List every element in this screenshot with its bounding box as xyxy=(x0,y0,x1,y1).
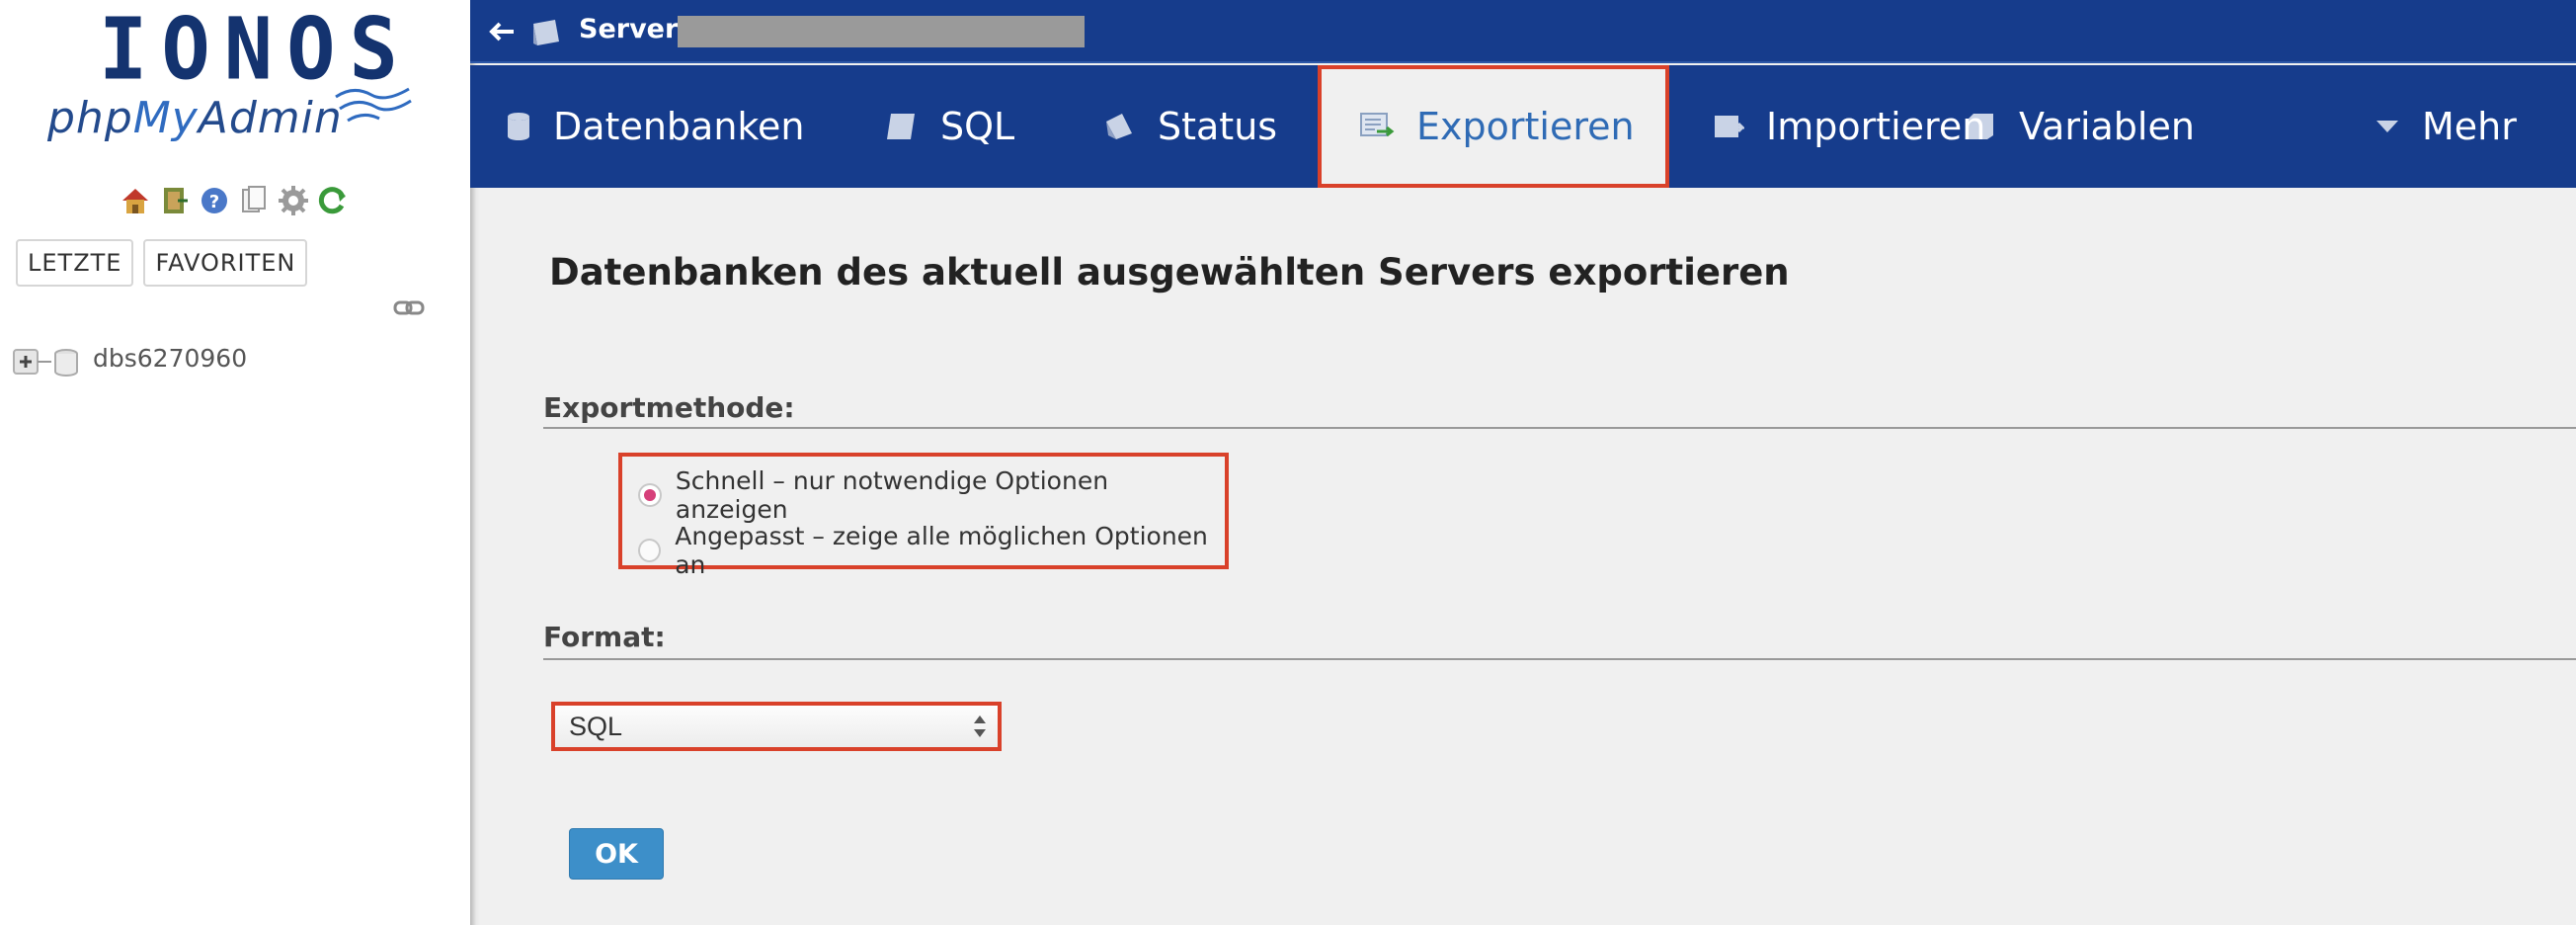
docs-icon[interactable] xyxy=(237,184,271,217)
phpmyadmin-logo-text: phpMyAdmin xyxy=(47,93,343,143)
navigation-sidebar: IONOS phpMyAdmin ? LETZTE FAVORITEN dbs6… xyxy=(0,0,470,925)
sidebar-tabs: LETZTE FAVORITEN xyxy=(16,239,308,287)
sidebar-nav-icons: ? xyxy=(119,184,350,217)
help-icon[interactable]: ? xyxy=(198,184,231,217)
reload-icon[interactable] xyxy=(316,184,350,217)
database-tree-item[interactable]: dbs6270960 xyxy=(12,342,247,381)
method-custom-option[interactable]: Angepasst – zeige alle möglichen Optione… xyxy=(638,522,1225,579)
database-name[interactable]: dbs6270960 xyxy=(93,344,247,373)
home-icon[interactable] xyxy=(119,184,152,217)
back-arrow-icon[interactable] xyxy=(486,16,518,47)
tab-exportieren-active[interactable]: Exportieren xyxy=(1318,65,1669,188)
tab-datenbanken[interactable]: Datenbanken xyxy=(506,65,805,188)
import-icon xyxy=(1715,116,1744,137)
method-quick-label[interactable]: Schnell – nur notwendige Optionen anzeig… xyxy=(676,466,1225,524)
ionos-logo-text: IONOS xyxy=(99,0,412,100)
format-selected-value[interactable]: SQL xyxy=(569,712,622,742)
status-icon xyxy=(1106,114,1132,139)
tab-mehr[interactable]: Mehr xyxy=(2375,65,2517,188)
phpmyadmin-logo[interactable]: IONOS phpMyAdmin xyxy=(47,0,413,148)
method-custom-label[interactable]: Angepasst – zeige alle möglichen Optione… xyxy=(675,522,1225,579)
database-icon xyxy=(508,113,529,140)
server-icon xyxy=(533,20,559,45)
expand-icon[interactable] xyxy=(12,342,81,381)
tab-sql[interactable]: SQL xyxy=(885,65,1014,188)
sail-logo-icon xyxy=(335,87,412,123)
method-quick-option[interactable]: Schnell – nur notwendige Optionen anzeig… xyxy=(638,466,1225,524)
tab-status[interactable]: Status xyxy=(1102,65,1277,188)
logout-icon[interactable] xyxy=(158,184,192,217)
favorites-tab[interactable]: FAVORITEN xyxy=(143,239,308,287)
settings-icon[interactable] xyxy=(277,184,310,217)
svg-text:?: ? xyxy=(209,192,219,212)
method-custom-radio[interactable] xyxy=(638,539,662,562)
sql-icon xyxy=(887,114,915,139)
ok-button[interactable]: OK xyxy=(569,828,664,880)
server-label[interactable]: Server: xyxy=(579,14,688,44)
server-breadcrumb-bar: Server: xyxy=(470,0,2576,63)
chevron-down-icon xyxy=(2376,121,2398,132)
format-heading: Format: xyxy=(543,621,666,653)
recent-tab[interactable]: LETZTE xyxy=(16,239,134,287)
export-method-heading: Exportmethode: xyxy=(543,391,795,424)
tab-importieren[interactable]: Importieren xyxy=(1711,65,1985,188)
tab-variablen[interactable]: Variablen xyxy=(1964,65,2195,188)
export-method-divider xyxy=(543,427,2576,429)
server-name-redacted[interactable] xyxy=(678,16,1085,47)
format-select[interactable]: SQL xyxy=(551,702,1002,751)
select-arrows-icon xyxy=(974,715,986,737)
link-icon[interactable] xyxy=(393,298,425,318)
format-divider xyxy=(543,658,2576,660)
export-method-options: Schnell – nur notwendige Optionen anzeig… xyxy=(618,453,1229,579)
page-title: Datenbanken des aktuell ausgewählten Ser… xyxy=(549,251,1790,294)
export-icon xyxy=(1360,113,1395,137)
method-quick-radio[interactable] xyxy=(638,483,662,507)
main-content: Datenbanken des aktuell ausgewählten Ser… xyxy=(480,188,2576,925)
